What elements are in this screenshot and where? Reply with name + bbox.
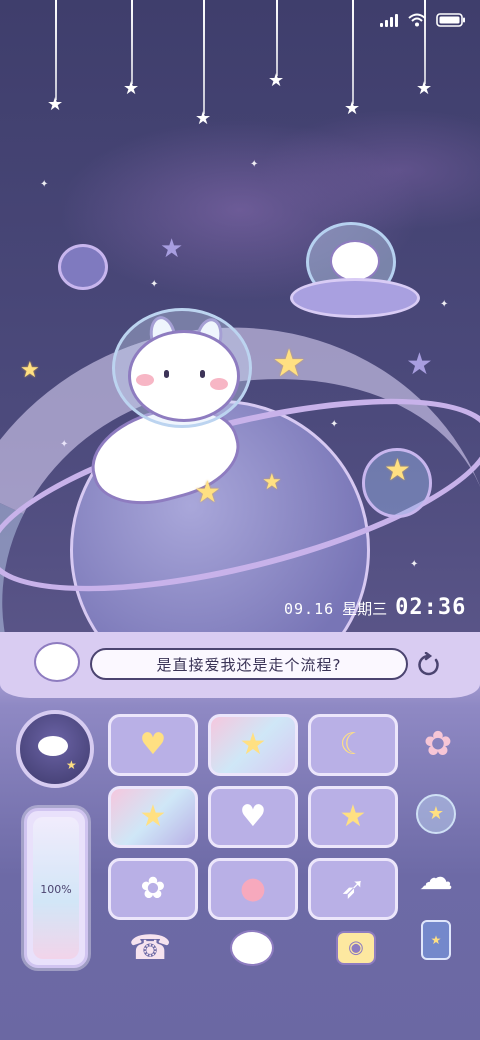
strawberry-cloud-icon: ● <box>239 871 267 906</box>
bunny-cheek <box>210 378 228 390</box>
app-tile-bunny-stars[interactable]: ✿ <box>108 858 198 920</box>
weekday-label: 星期三 <box>342 600 388 618</box>
bunny-eye <box>164 370 169 378</box>
star-icon: ★ <box>406 347 433 382</box>
star-icon: ★ <box>195 108 212 129</box>
heart-wand-icon: ♥ <box>139 727 167 762</box>
bunny-cheek <box>136 374 154 386</box>
hanging-string <box>424 0 426 84</box>
bunny-icon[interactable] <box>226 922 278 974</box>
battery-icon <box>436 13 466 27</box>
ufo-bunny <box>330 240 380 282</box>
star-icon: ★ <box>272 341 307 385</box>
star-icon: ★ <box>20 358 40 383</box>
star-icon: ★ <box>268 70 285 91</box>
rainbow-stars-icon: ★ <box>239 727 267 762</box>
sparkle-icon: ✦ <box>250 159 259 170</box>
star-jar-icon[interactable]: ★ <box>414 918 458 962</box>
star-icon: ★ <box>194 475 221 510</box>
camera-icon[interactable]: ◉ <box>330 922 382 974</box>
star-icon: ★ <box>384 453 411 488</box>
bunny-icon <box>34 642 80 682</box>
hanging-string <box>131 0 133 84</box>
app-tile-moon-cloud[interactable]: ☾ <box>308 714 398 776</box>
status-bar <box>380 8 466 32</box>
bunny-heart-icon: ♥ <box>239 799 267 834</box>
time-label: 02:36 <box>395 595 467 620</box>
moon-cloud-icon: ☾ <box>339 727 367 762</box>
ufo <box>290 278 420 318</box>
sparkle-icon: ✦ <box>40 179 49 190</box>
star-icon: ★ <box>123 78 140 99</box>
app-tile-heart-wand[interactable]: ♥ <box>108 714 198 776</box>
battery-percent: 100% <box>40 883 72 896</box>
search-widget[interactable]: 是直接爱我还是走个流程? <box>90 648 408 680</box>
date-label: 09.16 <box>284 600 335 618</box>
app-tile-milk-bottle[interactable]: ★ <box>308 786 398 848</box>
bunny-icon <box>38 736 68 756</box>
app-tile-rainbow-stars[interactable]: ★ <box>208 714 298 776</box>
app-tile-strawberry-cloud[interactable]: ● <box>208 858 298 920</box>
star-icon: ★ <box>47 94 64 115</box>
search-text: 是直接爱我还是走个流程? <box>156 655 342 674</box>
app-tile-rainbow[interactable]: ★ <box>108 786 198 848</box>
battery-widget: 100% <box>24 808 88 968</box>
sparkle-icon: ✦ <box>440 299 449 310</box>
rainbow-icon: ★ <box>139 799 167 834</box>
rocket-icon: ➶ <box>340 871 366 906</box>
telephone-icon[interactable]: ☎ <box>124 922 176 974</box>
hanging-string <box>55 0 57 100</box>
bunny-eye <box>200 370 205 378</box>
signal-icon <box>380 13 398 27</box>
bunny-stars-icon: ✿ <box>140 871 166 906</box>
clock: 09.16 星期三 02:36 <box>284 595 466 620</box>
hanging-string <box>203 0 205 114</box>
star-icon: ★ <box>160 234 184 264</box>
photo-widget[interactable]: ★ <box>16 710 94 788</box>
bubble-star-icon[interactable]: ★ <box>414 792 458 836</box>
star-icon: ★ <box>416 78 433 99</box>
star-icon: ★ <box>262 470 282 495</box>
milk-bottle-icon: ★ <box>339 799 367 834</box>
flower-icon[interactable]: ✿ <box>416 722 460 766</box>
small-planet <box>58 244 108 290</box>
hanging-string <box>276 0 278 76</box>
star-icon: ★ <box>344 98 361 119</box>
sparkle-icon: ✦ <box>150 279 159 290</box>
cloud-face-icon[interactable]: ☁ <box>414 856 458 900</box>
star-icon: ★ <box>66 758 77 772</box>
hanging-string <box>352 0 354 104</box>
app-tile-bunny-heart[interactable]: ♥ <box>208 786 298 848</box>
refresh-icon[interactable] <box>416 651 442 678</box>
app-tile-rocket[interactable]: ➶ <box>308 858 398 920</box>
